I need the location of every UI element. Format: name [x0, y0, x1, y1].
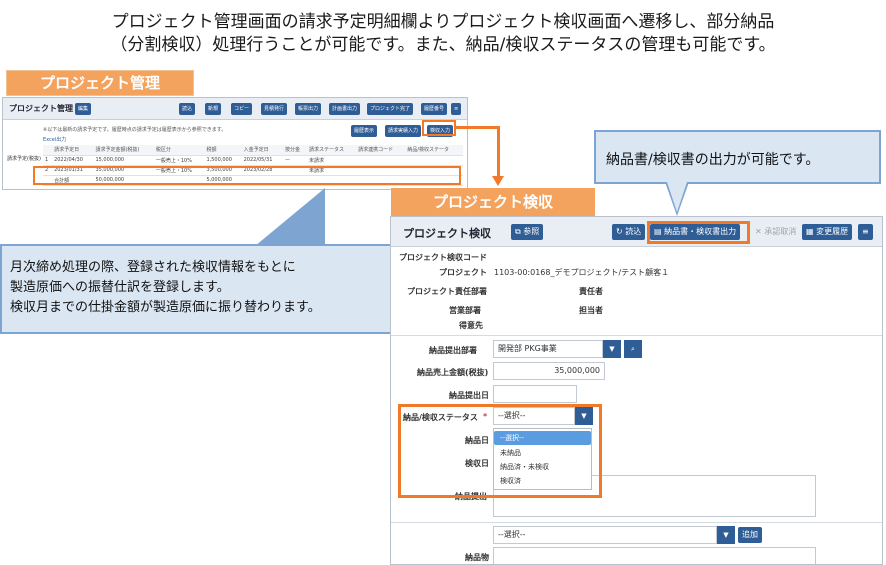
- pa-project-label: プロジェクト: [439, 268, 487, 277]
- pm-col: 請求予定金額(税抜): [93, 145, 154, 156]
- callout-output-text: 納品書/検収書の出力が可能です。: [606, 152, 820, 168]
- callout-monthly-line-2: 製造原価への振替仕訳を登録します。: [10, 280, 230, 295]
- pa-load-button[interactable]: ↻ 読込: [612, 224, 646, 240]
- pa-output-highlight: [647, 221, 750, 244]
- pm-section-label: プロジェクト管理: [6, 70, 194, 96]
- pa-divider: [391, 522, 882, 523]
- pa-delivery-dept-input[interactable]: 開発部 PKG事業: [493, 340, 603, 358]
- pa-sales-amount-label: 納品売上金額(税抜): [417, 368, 489, 377]
- table-cell: 1: [43, 155, 53, 166]
- pm-excel-link[interactable]: Excel出力: [43, 136, 66, 143]
- table-cell: 未請求: [306, 155, 357, 166]
- pa-item-input[interactable]: [493, 547, 816, 564]
- pa-delivery-dept-label: 納品提出部署: [429, 346, 477, 355]
- pm-edit-button[interactable]: 編集: [75, 103, 92, 115]
- pa-history-button[interactable]: ▦ 変更履歴: [802, 224, 853, 240]
- pm-note: ※以下は最新の請求予定です。履歴時点の請求予定は履歴表示から参照できます。: [43, 127, 227, 133]
- search-icon[interactable]: ⌕: [624, 340, 642, 358]
- table-cell: 1,500,000: [204, 155, 242, 166]
- pa-resp-dept-label: プロジェクト責任部署: [407, 287, 487, 296]
- refresh-icon: ↻: [616, 227, 626, 236]
- pm-col: [43, 145, 53, 156]
- callout-output-tail-fill: [667, 182, 687, 212]
- pa-ref-label: 参照: [523, 227, 540, 236]
- pm-toolbar-report[interactable]: 帳票出力: [295, 103, 322, 115]
- flow-arrow-vertical: [497, 126, 500, 178]
- pm-col: 請求予定日: [52, 145, 94, 156]
- pm-col: 入金予定日: [241, 145, 283, 156]
- pm-history-button[interactable]: 履歴表示: [351, 125, 378, 137]
- pa-submit-date-input[interactable]: [493, 385, 577, 403]
- table-cell: [405, 155, 463, 166]
- chevron-down-icon[interactable]: ▼: [717, 526, 735, 544]
- pa-project-value: 1103-00:0168_デモプロジェクト/テスト顧客１: [494, 268, 670, 277]
- pa-sales-amount-input[interactable]: 35,000,000: [493, 362, 605, 380]
- pa-section-label: プロジェクト検収: [391, 188, 595, 216]
- pm-window-title: プロジェクト管理: [9, 104, 73, 113]
- pm-col: 請求連携コード: [356, 145, 406, 156]
- callout-output: 納品書/検収書の出力が可能です。: [594, 130, 881, 184]
- pa-header: プロジェクト検収 ⧉ 参照 ↻ 読込 ▤ 納品書・検収書出力 ✕ 承認取消 ▦ …: [391, 217, 882, 247]
- callout-monthly: 月次締め処理の際、登録された検収情報をもとに 製造原価への振替仕訳を登録します。…: [0, 244, 397, 334]
- pm-header: プロジェクト管理 編集 読込 新規 コピー 見積発行 帳票出力 計画書出力 プロ…: [3, 98, 467, 120]
- pm-toolbar-load[interactable]: 読込: [179, 103, 196, 115]
- pa-code-label: プロジェクト検収コード: [399, 253, 487, 262]
- pm-table-header: 請求予定日 請求予定金額(税抜) 税区分 税額 入金予定日 按分金 請求ステータ…: [43, 145, 463, 156]
- pa-item-label: 納品物: [465, 553, 489, 562]
- pa-history-label: 変更履歴: [816, 227, 849, 236]
- pa-item-select[interactable]: --選択--: [493, 526, 717, 544]
- table-row[interactable]: 1 2022/04/30 15,000,000 一般売上・10% 1,500,0…: [43, 155, 463, 166]
- pa-sales-dept-label: 営業部署: [449, 306, 481, 315]
- pm-col: 納品/検収ステータ: [405, 145, 463, 156]
- pa-ref-button[interactable]: ⧉ 参照: [511, 224, 544, 240]
- table-cell: 15,000,000: [93, 155, 154, 166]
- pa-cancel-label: 承認取消: [764, 227, 797, 236]
- caption-line-2: （分割検収）処理行うことが可能です。また、納品/検収ステータスの管理も可能です。: [110, 35, 776, 55]
- flow-arrow-horizontal: [456, 126, 500, 129]
- pm-toolbar-copy[interactable]: コピー: [231, 103, 253, 115]
- pm-toolbar-plan[interactable]: 計画書出力: [329, 103, 361, 115]
- callout-monthly-line-1: 月次締め処理の際、登録された検収情報をもとに: [10, 260, 296, 275]
- pa-load-label: 読込: [625, 227, 642, 236]
- pa-cancel-button[interactable]: ✕ 承認取消: [751, 224, 800, 240]
- pa-window: プロジェクト検収 ⧉ 参照 ↻ 読込 ▤ 納品書・検収書出力 ✕ 承認取消 ▦ …: [390, 216, 883, 565]
- pm-side-label: 請求予定(税抜): [7, 156, 41, 162]
- list-icon: ▦: [806, 227, 817, 236]
- pm-toolbar-estimate[interactable]: 見積発行: [261, 103, 288, 115]
- caption-line-1: プロジェクト管理画面の請求予定明細欄よりプロジェクト検収画面へ遷移し、部分納品: [111, 12, 775, 32]
- pm-invoice-button[interactable]: 請求実績入力: [385, 125, 422, 137]
- pa-divider: [391, 335, 882, 336]
- pm-row-highlight: [33, 166, 461, 185]
- pm-col: 税額: [204, 145, 242, 156]
- chevron-down-icon[interactable]: ▼: [603, 340, 621, 358]
- pa-status-highlight: [398, 404, 602, 498]
- table-cell: 2022/05/31: [241, 155, 283, 166]
- pm-toolbar-complete[interactable]: プロジェクト完了: [367, 103, 414, 115]
- pm-col: 按分金: [282, 145, 307, 156]
- pm-col: 請求ステータス: [306, 145, 357, 156]
- close-icon: ✕: [755, 227, 765, 236]
- pm-col: 税区分: [153, 145, 205, 156]
- table-cell: 2022/04/30: [52, 155, 94, 166]
- pm-toolbar-history-no[interactable]: 履歴番号: [421, 103, 448, 115]
- table-cell: ー: [282, 155, 307, 166]
- flow-arrow-head: [492, 176, 504, 186]
- callout-monthly-line-3: 検収月までの仕掛金額が製造原価に振り替わります。: [10, 300, 321, 315]
- pa-submit-date-label: 納品提出日: [449, 391, 489, 400]
- pm-menu-icon[interactable]: ≡: [451, 103, 462, 115]
- table-cell: 一般売上・10%: [153, 155, 205, 166]
- pa-manager-label: 担当者: [579, 306, 603, 315]
- pa-window-title: プロジェクト検収: [403, 227, 491, 240]
- table-cell: [356, 155, 406, 166]
- pm-acceptance-highlight: [422, 120, 456, 136]
- pa-add-button[interactable]: 追加: [738, 527, 762, 543]
- callout-monthly-tail: [255, 188, 325, 246]
- pa-customer-label: 得意先: [459, 321, 483, 330]
- pm-toolbar-new[interactable]: 新規: [205, 103, 222, 115]
- pa-menu-icon[interactable]: ≡: [858, 224, 873, 240]
- pa-resp-person-label: 責任者: [579, 287, 603, 296]
